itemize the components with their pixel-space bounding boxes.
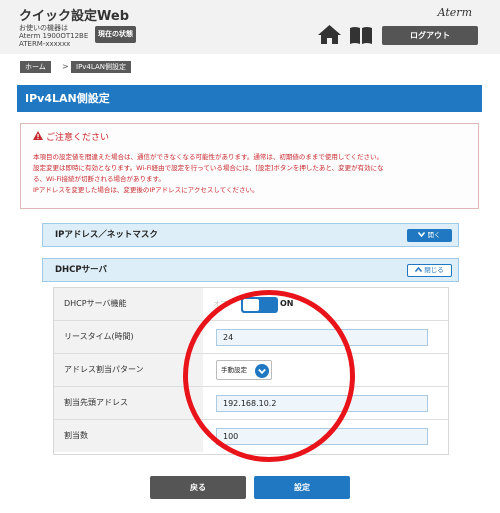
brand-logo: Aterm (437, 6, 472, 19)
manual-book-icon[interactable] (349, 26, 373, 48)
device-info-line: ATERM-xxxxxx (19, 40, 71, 48)
caution-text: る、Wi-Fi接続が切断される場合があります。 (33, 175, 165, 183)
caution-text: 本項目の設定値を間違えた場合は、通信ができなくなる可能性があります。通常は、初期… (33, 153, 383, 161)
set-button[interactable]: 設定 (254, 476, 350, 499)
caution-box: ご注意ください 本項目の設定値を間違えた場合は、通信ができなくなる可能性がありま… (20, 123, 479, 209)
chevron-up-icon (415, 266, 424, 274)
annotation-circle (183, 290, 355, 462)
back-button[interactable]: 戻る (150, 476, 246, 499)
caution-title-text: ご注意ください (46, 133, 110, 143)
app-header: クイック設定Web お使いの機器は Aterm 1900OT12BE ATERM… (0, 0, 500, 54)
section-title: IPアドレス／ネットマスク (55, 230, 158, 240)
row-label: リースタイム(時間) (54, 321, 203, 353)
breadcrumb-separator: > (62, 62, 69, 71)
section-ip-netmask[interactable]: IPアドレス／ネットマスク 開く (42, 223, 459, 247)
row-label: DHCPサーバ機能 (54, 288, 203, 320)
home-icon[interactable] (318, 25, 341, 48)
logout-button[interactable]: ログアウト (382, 26, 478, 45)
caution-text: 設定変更は即時に有効となります。Wi-Fi経由で設定を行っている場合には、[設定… (33, 164, 384, 172)
section-dhcp-server[interactable]: DHCPサーバ 閉じる (42, 258, 459, 282)
expand-button[interactable]: 開く (407, 229, 452, 242)
current-status-button[interactable]: 現在の状態 (95, 26, 136, 43)
collapse-button[interactable]: 閉じる (407, 264, 452, 277)
row-label: 割当数 (54, 420, 203, 452)
breadcrumb-current: IPv4LAN側設定 (71, 61, 131, 73)
row-label: アドレス割当パターン (54, 354, 203, 386)
device-info-line: Aterm 1900OT12BE (19, 32, 89, 40)
caution-title: ご注意ください (33, 130, 109, 143)
app-title: クイック設定Web (19, 9, 129, 24)
device-info-line: お使いの機器は (19, 24, 68, 32)
caution-text: IPアドレスを変更した場合は、変更後のIPアドレスにアクセスしてください。 (33, 186, 259, 194)
chevron-down-icon (418, 231, 427, 239)
collapse-button-label: 閉じる (424, 266, 444, 274)
expand-button-label: 開く (427, 231, 441, 239)
page-title: IPv4LAN側設定 (17, 85, 482, 112)
warning-icon (33, 131, 43, 143)
section-title: DHCPサーバ (55, 265, 108, 275)
breadcrumb-home[interactable]: ホーム (20, 61, 51, 73)
row-label: 割当先頭アドレス (54, 387, 203, 419)
